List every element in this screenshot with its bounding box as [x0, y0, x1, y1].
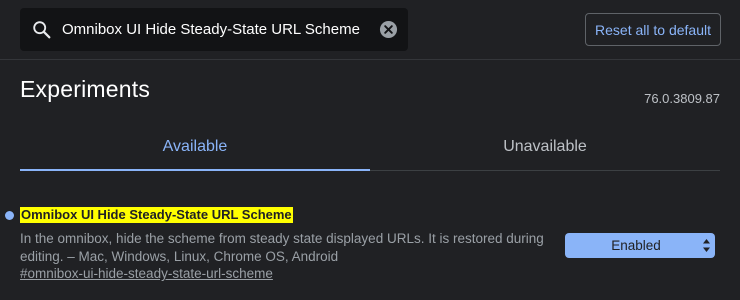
select-arrows-icon	[703, 239, 710, 252]
header-bar: Reset all to default	[0, 0, 740, 60]
search-icon	[33, 21, 51, 39]
experiment-state-value: Enabled	[611, 238, 661, 253]
enabled-dot-icon	[5, 211, 14, 220]
experiment-state-select[interactable]: Enabled	[565, 233, 715, 258]
experiment-title: Omnibox UI Hide Steady-State URL Scheme	[20, 207, 293, 223]
reset-all-button[interactable]: Reset all to default	[585, 13, 721, 46]
search-box[interactable]	[20, 8, 408, 51]
tab-available[interactable]: Available	[20, 125, 370, 170]
experiment-permalink[interactable]: #omnibox-ui-hide-steady-state-url-scheme	[20, 266, 273, 281]
clear-icon[interactable]	[379, 20, 398, 39]
version-label: 76.0.3809.87	[644, 91, 720, 106]
tab-unavailable[interactable]: Unavailable	[370, 125, 720, 170]
experiment-description: In the omnibox, hide the scheme from ste…	[20, 231, 544, 264]
active-tab-indicator	[20, 169, 370, 171]
page-title: Experiments	[20, 76, 151, 102]
search-input[interactable]	[58, 8, 372, 51]
